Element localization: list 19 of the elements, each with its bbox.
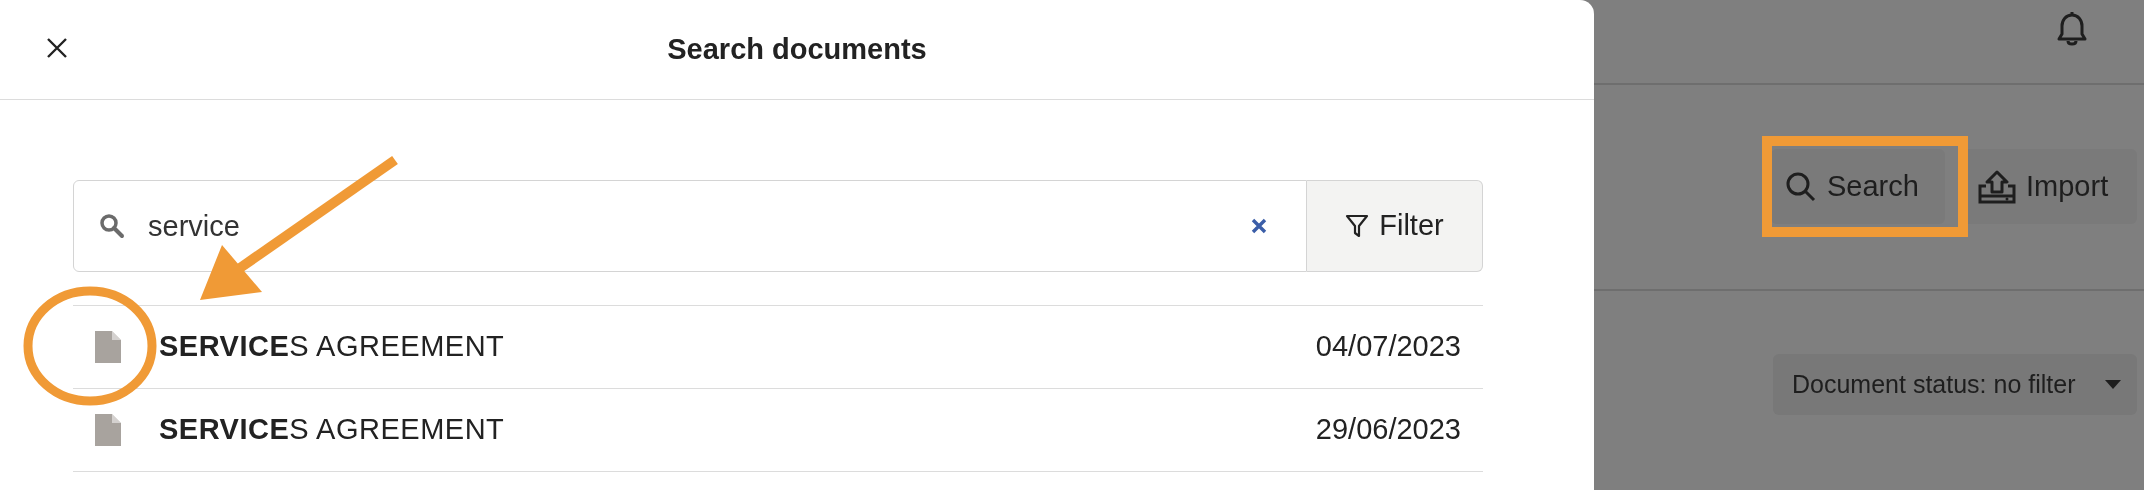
search-field[interactable]: service xyxy=(73,180,1307,272)
result-title[interactable]: SERVICES AGREEMENT xyxy=(159,325,505,369)
filter-button[interactable]: Filter xyxy=(1307,180,1483,272)
result-date: 29/06/2023 xyxy=(1315,412,1461,448)
document-icon xyxy=(95,414,121,446)
search-icon xyxy=(1785,170,1817,203)
status-dropdown[interactable]: Document status: no filter xyxy=(1773,354,2137,415)
bell-icon[interactable] xyxy=(2056,12,2088,46)
search-button[interactable]: Search xyxy=(1771,149,1945,224)
result-date: 04/07/2023 xyxy=(1315,329,1461,365)
clear-icon[interactable] xyxy=(1251,218,1267,234)
document-icon xyxy=(95,331,121,363)
close-icon xyxy=(46,37,68,59)
caret-icon xyxy=(2105,379,2121,390)
upload-tray-icon xyxy=(1978,169,2016,204)
filter-icon xyxy=(1345,213,1370,239)
dialog-title: Search documents xyxy=(667,31,927,67)
search-icon xyxy=(99,213,125,239)
result-title[interactable]: SERVICES AGREEMENT xyxy=(159,408,505,452)
